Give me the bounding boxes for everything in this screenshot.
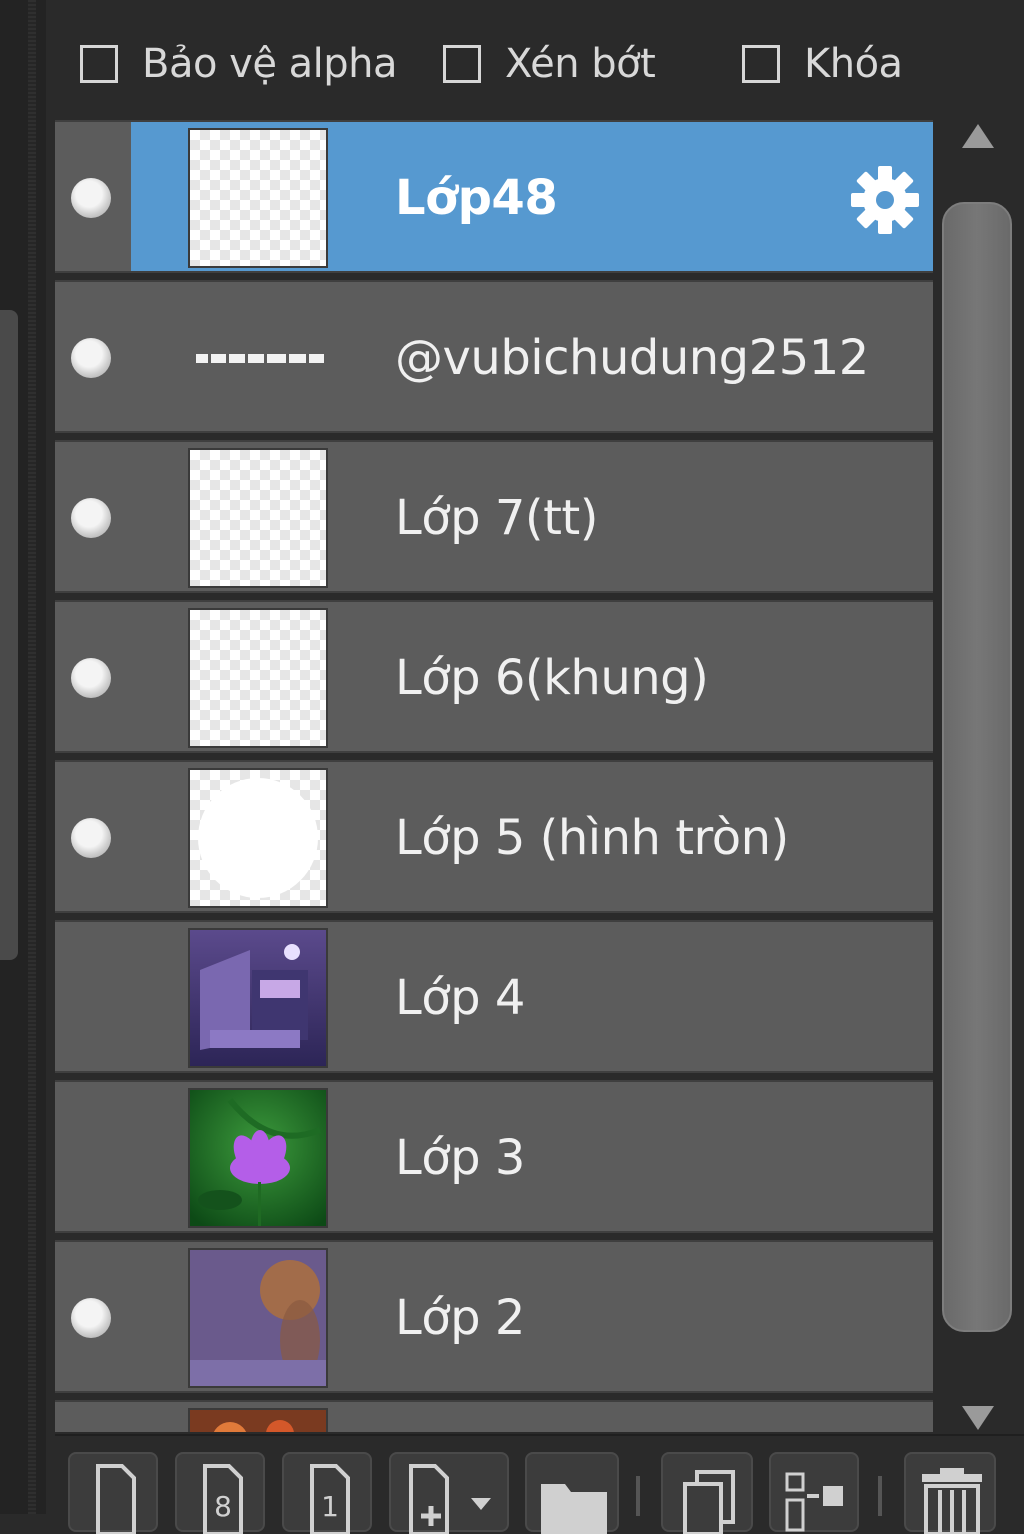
scroll-track[interactable] [940,160,1012,1392]
layer-row[interactable]: Lớp 6(khung) [55,600,933,753]
clip-checkbox[interactable]: Xén bớt [443,38,656,90]
duplicate-layer-button[interactable] [661,1452,753,1534]
left-scroll-thumb[interactable] [0,310,18,960]
layer-name: Lớp 2 [395,1290,525,1346]
scene-thumb [190,930,326,1066]
layer-name: Lớp48 [395,170,558,226]
delete-layer-button[interactable] [904,1452,996,1534]
layer-name: Lớp 4 [395,970,525,1026]
visibility-toggle-icon[interactable] [71,818,111,858]
layer-options-bar: Bảo vệ alpha Xén bớt Khóa [60,0,960,118]
visibility-toggle-icon[interactable] [71,498,111,538]
layer-name: Lớp 7(tt) [395,490,598,546]
layer-row[interactable] [55,1400,933,1432]
protect-alpha-label: Bảo vệ alpha [142,41,398,87]
chevron-down-icon [471,1498,491,1510]
new-1bit-layer-button[interactable]: 1 [282,1452,372,1534]
layer-thumbnail [188,1088,328,1228]
folder-icon [541,1484,607,1534]
layer-row[interactable]: Lớp 5 (hình tròn) [55,760,933,913]
add-layer-dropdown-icon [409,1464,491,1534]
orange-thumb [190,1410,326,1432]
layer-thumbnail [188,768,328,908]
layer-row[interactable]: Lớp 7(tt) [55,440,933,593]
text-strip-thumb [196,354,324,363]
layer-row[interactable]: @vubichudung2512 [55,280,933,433]
new-1bit-layer-icon: 1 [310,1464,350,1534]
new-layer-button[interactable] [68,1452,158,1534]
visibility-toggle-icon[interactable] [71,178,111,218]
merge-down-button[interactable] [769,1452,859,1532]
new-folder-button[interactable] [525,1452,619,1534]
layer-row[interactable]: Lớp 3 [55,1080,933,1233]
lock-checkbox[interactable]: Khóa [742,38,903,90]
layer-thumbnail [188,448,328,588]
layer-thumbnail [188,288,328,428]
lock-label: Khóa [804,41,903,87]
trash-icon [922,1468,982,1534]
layer-thumbnail [188,1248,328,1388]
checkbox-box[interactable] [443,45,481,83]
layer-thumbnail [188,608,328,748]
layer-toolbar: 8 1 [55,1434,1024,1534]
layer-thumbnail [188,128,328,268]
layer-list: Lớp48 @vubichudung2512 Lớp 7(tt) Lớp 6(k… [55,120,933,1432]
flower-thumb [190,1090,326,1226]
layer-row[interactable]: Lớp48 [55,120,933,273]
left-panel-strip [0,0,46,1514]
scroll-thumb[interactable] [942,202,1012,1332]
visibility-toggle-icon[interactable] [71,338,111,378]
duplicate-icon [683,1470,735,1534]
layer-list-scrollbar[interactable] [938,118,1016,1436]
circle-thumb [198,778,318,898]
scroll-down-arrow-icon[interactable] [958,1396,998,1436]
layer-thumbnail [188,1408,328,1432]
new-layer-icon [96,1464,136,1534]
new-8bit-layer-button[interactable]: 8 [175,1452,265,1534]
checkbox-box[interactable] [742,45,780,83]
scroll-up-arrow-icon[interactable] [958,118,998,158]
checkbox-box[interactable] [80,45,118,83]
visibility-toggle-icon[interactable] [71,1298,111,1338]
protect-alpha-checkbox[interactable]: Bảo vệ alpha [80,38,398,90]
resize-grip[interactable] [28,0,36,1514]
layer-name: Lớp 5 (hình tròn) [395,810,789,866]
bit-depth-label: 8 [214,1490,232,1523]
merge-icon [785,1472,843,1532]
layer-name: Lớp 3 [395,1130,525,1186]
layer-row[interactable]: Lớp 4 [55,920,933,1073]
add-layer-menu-button[interactable] [389,1452,509,1534]
toolbar-separator [636,1476,640,1516]
layer-name: @vubichudung2512 [395,330,869,386]
layer-name: Lớp 6(khung) [395,650,709,706]
layer-row[interactable]: Lớp 2 [55,1240,933,1393]
haze-thumb [190,1250,326,1386]
gear-icon[interactable] [847,162,923,238]
layer-thumbnail [188,928,328,1068]
bit-depth-label: 1 [321,1490,339,1523]
clip-label: Xén bớt [505,41,656,87]
toolbar-separator [878,1476,882,1516]
new-8bit-layer-icon: 8 [203,1464,243,1534]
visibility-toggle-icon[interactable] [71,658,111,698]
